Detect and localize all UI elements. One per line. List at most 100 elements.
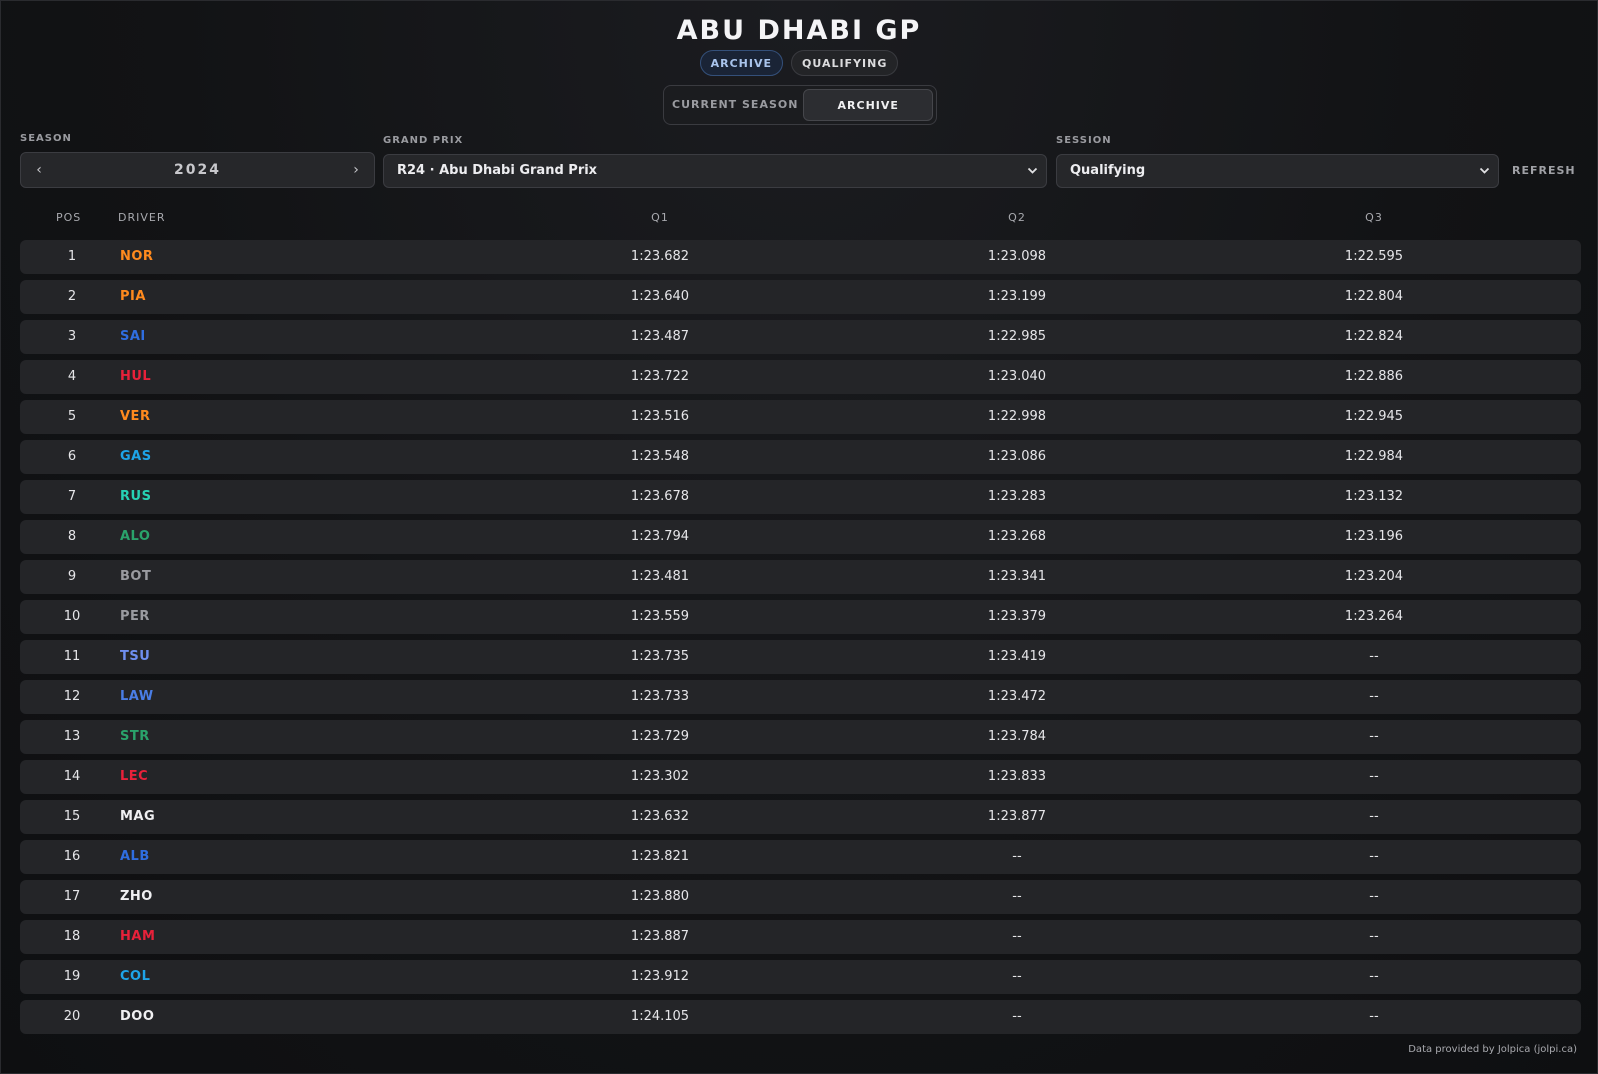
session-pills: ARCHIVE QUALIFYING <box>1 50 1597 76</box>
results-table-header: POS DRIVER Q1 Q2 Q3 <box>20 211 1581 227</box>
refresh-button[interactable]: REFRESH <box>1512 164 1576 177</box>
position-cell: 16 <box>63 849 81 864</box>
season-value: 2024 <box>174 162 221 178</box>
q3-time: -- <box>1369 809 1379 824</box>
q3-time: -- <box>1369 929 1379 944</box>
position-cell: 15 <box>63 809 81 824</box>
table-row: 14 LEC 1:23.302 1:23.833 -- <box>20 760 1581 794</box>
page-title: ABU DHABI GP <box>676 15 922 46</box>
table-row: 7 RUS 1:23.678 1:23.283 1:23.132 <box>20 480 1581 514</box>
q1-time: 1:23.632 <box>630 809 690 824</box>
table-row: 4 HUL 1:23.722 1:23.040 1:22.886 <box>20 360 1581 394</box>
driver-code: DOO <box>120 1009 155 1024</box>
table-row: 16 ALB 1:23.821 -- -- <box>20 840 1581 874</box>
driver-code: HUL <box>120 369 152 384</box>
grand-prix-select[interactable]: R24 · Abu Dhabi Grand Prix <box>383 154 1047 188</box>
driver-code: BOT <box>120 569 152 584</box>
driver-code: SAI <box>120 329 146 344</box>
position-cell: 14 <box>63 769 81 784</box>
q1-time: 1:23.729 <box>630 729 690 744</box>
q2-time: 1:23.419 <box>987 649 1047 664</box>
q3-time: 1:22.945 <box>1344 409 1404 424</box>
driver-code: MAG <box>120 809 156 824</box>
q1-time: 1:23.481 <box>630 569 690 584</box>
table-row: 18 HAM 1:23.887 -- -- <box>20 920 1581 954</box>
column-header-q2: Q2 <box>1008 211 1026 224</box>
driver-code: ALO <box>120 529 151 544</box>
position-cell: 10 <box>63 609 81 624</box>
q1-time: 1:23.733 <box>630 689 690 704</box>
table-row: 6 GAS 1:23.548 1:23.086 1:22.984 <box>20 440 1581 474</box>
q3-time: -- <box>1369 649 1379 664</box>
q2-time: 1:23.086 <box>987 449 1047 464</box>
table-row: 15 MAG 1:23.632 1:23.877 -- <box>20 800 1581 834</box>
q3-time: 1:23.132 <box>1344 489 1404 504</box>
q2-time: 1:22.998 <box>987 409 1047 424</box>
q1-time: 1:23.794 <box>630 529 690 544</box>
position-cell: 5 <box>67 409 77 424</box>
driver-code: PIA <box>120 289 146 304</box>
driver-code: VER <box>120 409 151 424</box>
grand-prix-label: GRAND PRIX <box>383 135 464 146</box>
q2-time: -- <box>1012 889 1022 904</box>
q1-time: 1:23.640 <box>630 289 690 304</box>
data-credit: Data provided by Jolpica (jolpi.ca) <box>1408 1044 1577 1055</box>
position-cell: 19 <box>63 969 81 984</box>
column-header-driver: DRIVER <box>118 211 166 224</box>
season-stepper: 2024 ‹ › <box>20 152 375 188</box>
chevron-down-icon <box>1479 155 1490 200</box>
q1-time: 1:23.487 <box>630 329 690 344</box>
position-cell: 6 <box>67 449 77 464</box>
q3-time: -- <box>1369 969 1379 984</box>
position-cell: 9 <box>67 569 77 584</box>
position-cell: 12 <box>63 689 81 704</box>
q2-time: -- <box>1012 1009 1022 1024</box>
driver-code: STR <box>120 729 150 744</box>
table-row: 8 ALO 1:23.794 1:23.268 1:23.196 <box>20 520 1581 554</box>
position-cell: 18 <box>63 929 81 944</box>
position-cell: 4 <box>67 369 77 384</box>
q3-time: 1:23.204 <box>1344 569 1404 584</box>
table-row: 19 COL 1:23.912 -- -- <box>20 960 1581 994</box>
current-season-toggle[interactable]: CURRENT SEASON <box>667 89 803 121</box>
chevron-right-icon[interactable]: › <box>344 153 368 187</box>
archive-pill[interactable]: ARCHIVE <box>699 50 783 76</box>
session-value: Qualifying <box>1070 163 1146 178</box>
q1-time: 1:23.735 <box>630 649 690 664</box>
q1-time: 1:23.559 <box>630 609 690 624</box>
position-cell: 2 <box>67 289 77 304</box>
q2-time: 1:23.040 <box>987 369 1047 384</box>
archive-toggle[interactable]: ARCHIVE <box>803 89 933 121</box>
chevron-left-icon[interactable]: ‹ <box>27 153 51 187</box>
q1-time: 1:23.516 <box>630 409 690 424</box>
session-select[interactable]: Qualifying <box>1056 154 1499 188</box>
table-row: 10 PER 1:23.559 1:23.379 1:23.264 <box>20 600 1581 634</box>
q3-time: -- <box>1369 1009 1379 1024</box>
q2-time: 1:23.472 <box>987 689 1047 704</box>
table-row: 5 VER 1:23.516 1:22.998 1:22.945 <box>20 400 1581 434</box>
driver-code: LEC <box>120 769 149 784</box>
q3-time: -- <box>1369 729 1379 744</box>
qualifying-pill[interactable]: QUALIFYING <box>791 50 899 76</box>
table-row: 2 PIA 1:23.640 1:23.199 1:22.804 <box>20 280 1581 314</box>
position-cell: 8 <box>67 529 77 544</box>
q3-time: 1:22.824 <box>1344 329 1404 344</box>
q2-time: -- <box>1012 929 1022 944</box>
q3-time: 1:22.984 <box>1344 449 1404 464</box>
q2-time: -- <box>1012 849 1022 864</box>
table-row: 3 SAI 1:23.487 1:22.985 1:22.824 <box>20 320 1581 354</box>
grand-prix-value: R24 · Abu Dhabi Grand Prix <box>397 163 598 178</box>
table-row: 1 NOR 1:23.682 1:23.098 1:22.595 <box>20 240 1581 274</box>
season-mode-toggle: CURRENT SEASON ARCHIVE <box>663 85 937 125</box>
q2-time: 1:23.268 <box>987 529 1047 544</box>
table-row: 11 TSU 1:23.735 1:23.419 -- <box>20 640 1581 674</box>
column-header-pos: POS <box>56 211 82 224</box>
q3-time: -- <box>1369 769 1379 784</box>
q2-time: 1:23.877 <box>987 809 1047 824</box>
q1-time: 1:23.821 <box>630 849 690 864</box>
session-label: SESSION <box>1056 135 1112 146</box>
chevron-down-icon <box>1027 155 1038 200</box>
column-header-q1: Q1 <box>651 211 669 224</box>
q2-time: 1:23.199 <box>987 289 1047 304</box>
q1-time: 1:23.912 <box>630 969 690 984</box>
